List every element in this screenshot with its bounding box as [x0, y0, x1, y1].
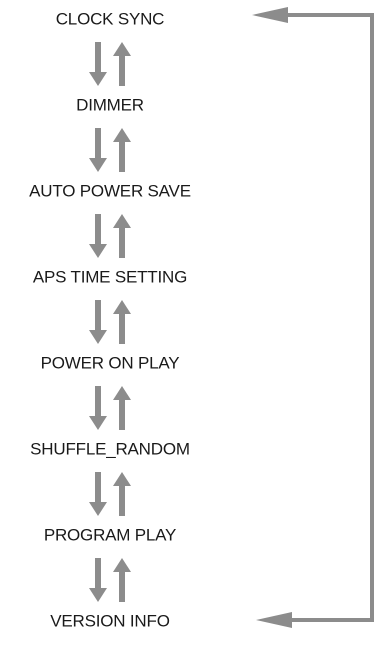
up-arrow-icon: [113, 386, 131, 430]
loop-arrowhead-top: [252, 7, 288, 23]
connector-arrows: [89, 42, 131, 602]
down-arrow-icon: [89, 472, 107, 516]
menu-item-label: POWER ON PLAY: [41, 353, 180, 372]
menu-item-label: DIMMER: [76, 95, 144, 114]
up-arrow-icon: [113, 214, 131, 258]
loop-back-line: [284, 13, 374, 622]
up-arrow-icon: [113, 300, 131, 344]
menu-labels: CLOCK SYNC DIMMER AUTO POWER SAVE APS TIME …: [29, 9, 191, 630]
up-arrow-icon: [113, 558, 131, 602]
down-arrow-icon: [89, 128, 107, 172]
menu-flow-diagram: CLOCK SYNC DIMMER AUTO POWER SAVE APS TIME …: [29, 7, 374, 630]
menu-item-label: CLOCK SYNC: [56, 9, 165, 28]
up-arrow-icon: [113, 42, 131, 86]
loop-arrowhead-bottom: [256, 612, 292, 628]
up-arrow-icon: [113, 472, 131, 516]
down-arrow-icon: [89, 386, 107, 430]
menu-item-label: APS TIME SETTING: [33, 267, 187, 286]
menu-item-label: SHUFFLE_RANDOM: [30, 439, 190, 458]
loop-back-arrow-icon: [252, 7, 374, 628]
menu-item-label: PROGRAM PLAY: [44, 525, 176, 544]
menu-item-label: VERSION INFO: [50, 611, 169, 630]
up-arrow-icon: [113, 128, 131, 172]
down-arrow-icon: [89, 558, 107, 602]
down-arrow-icon: [89, 300, 107, 344]
down-arrow-icon: [89, 214, 107, 258]
menu-item-label: AUTO POWER SAVE: [29, 181, 191, 200]
down-arrow-icon: [89, 42, 107, 86]
